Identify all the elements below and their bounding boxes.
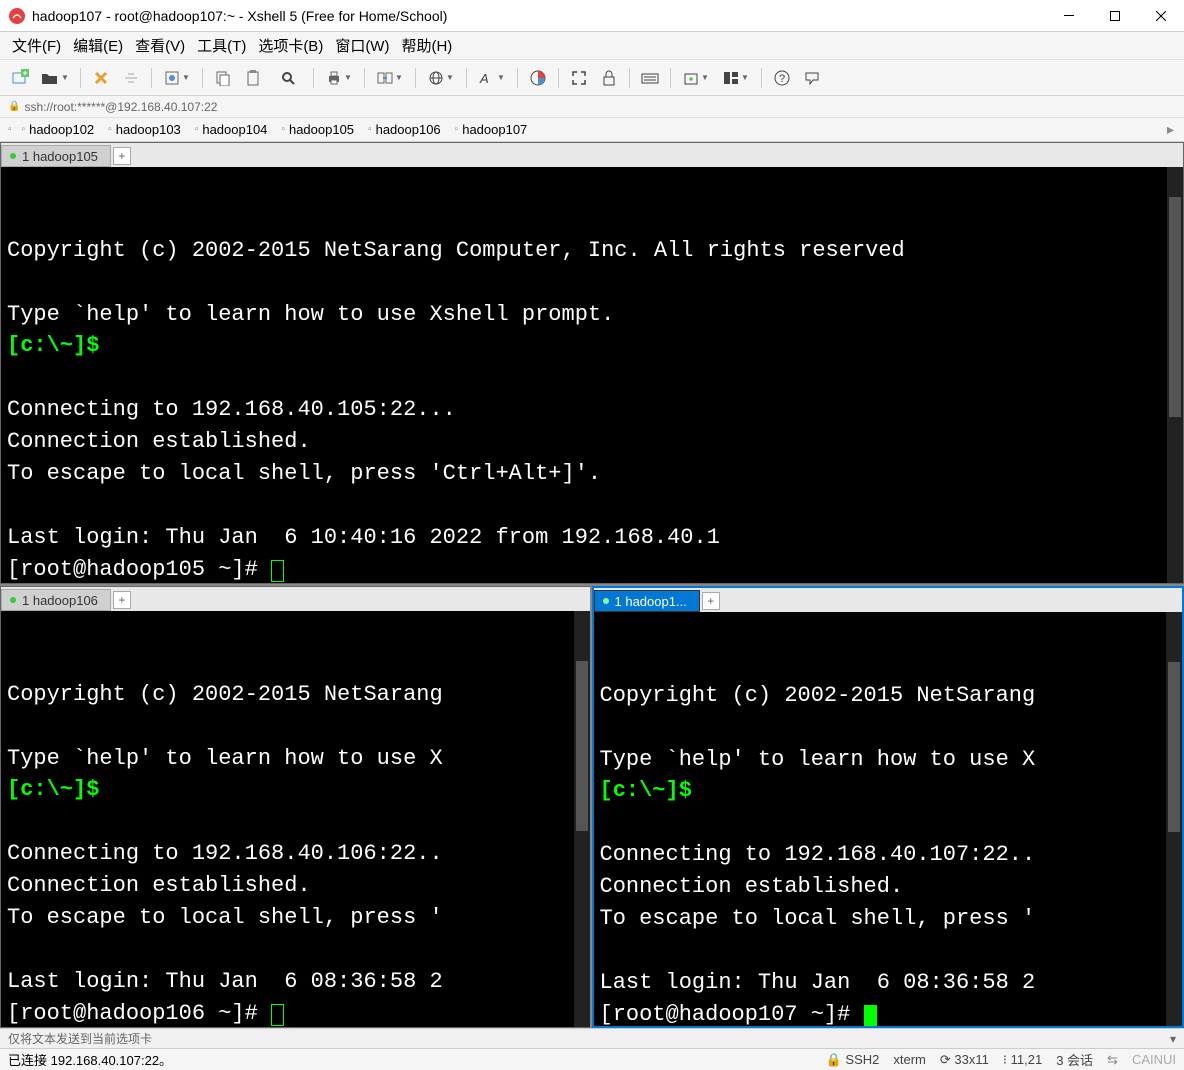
status-term: xterm xyxy=(893,1052,926,1067)
app-icon xyxy=(8,7,26,25)
terminal-hadoop106[interactable]: Copyright (c) 2002-2015 NetSarang Type `… xyxy=(1,611,590,1027)
bookmark-overflow-icon[interactable]: ▸ xyxy=(1161,121,1180,138)
fullscreen-button[interactable] xyxy=(565,64,593,92)
status-size: ⟳ 33x11 xyxy=(940,1052,989,1068)
bookmark-hadoop102[interactable]: ▫hadoop102 xyxy=(18,120,103,139)
properties-button[interactable]: ▼ xyxy=(158,64,196,92)
help-button[interactable]: ? xyxy=(768,64,796,92)
tab-add-button[interactable]: + xyxy=(113,147,131,165)
lock-icon: 🔒 xyxy=(8,101,20,112)
status-dot-icon xyxy=(603,598,609,604)
bookmark-hadoop107[interactable]: ▫hadoop107 xyxy=(451,120,536,139)
bookmark-hadoop105[interactable]: ▫hadoop105 xyxy=(277,120,362,139)
svg-text:A: A xyxy=(479,71,489,86)
addressbar[interactable]: 🔒 ssh://root:******@192.168.40.107:22 xyxy=(0,96,1184,118)
terminal-panes: 1 hadoop105 + Copyright (c) 2002-2015 Ne… xyxy=(0,142,1184,1028)
bookmark-hadoop106[interactable]: ▫hadoop106 xyxy=(364,120,449,139)
toolbar: ▼ ▼ ▼ ▼ ▼ A▼ ▼ ▼ ? xyxy=(0,60,1184,96)
copy-button[interactable] xyxy=(209,64,237,92)
maximize-button[interactable] xyxy=(1092,0,1138,32)
status-dot-icon xyxy=(10,153,16,159)
new-session-button[interactable] xyxy=(6,64,34,92)
terminal-hadoop105[interactable]: Copyright (c) 2002-2015 NetSarang Comput… xyxy=(1,167,1183,583)
paste-button[interactable] xyxy=(239,64,267,92)
bookmark-add-icon[interactable]: ▫ xyxy=(4,122,16,137)
pane-hadoop106: 1 hadoop106 + Copyright (c) 2002-2015 Ne… xyxy=(0,586,592,1028)
color-button[interactable] xyxy=(524,64,552,92)
font-button[interactable]: A▼ xyxy=(473,64,511,92)
address-url: ssh://root:******@192.168.40.107:22 xyxy=(24,100,217,114)
terminal-hadoop107[interactable]: Copyright (c) 2002-2015 NetSarang Type `… xyxy=(594,612,1183,1026)
menu-file[interactable]: 文件(F) xyxy=(6,33,67,58)
print-button[interactable]: ▼ xyxy=(320,64,358,92)
tab-hadoop107[interactable]: 1 hadoop1... xyxy=(594,590,700,612)
status-pos: ⁝ 11,21 xyxy=(1003,1052,1042,1068)
status-dot-icon xyxy=(10,597,16,603)
open-button[interactable]: ▼ xyxy=(36,64,74,92)
bookmark-bar: ▫ ▫hadoop102 ▫hadoop103 ▫hadoop104 ▫hado… xyxy=(0,118,1184,142)
language-button[interactable]: ▼ xyxy=(422,64,460,92)
scrollbar[interactable] xyxy=(574,611,590,1027)
menu-tab[interactable]: 选项卡(B) xyxy=(252,33,329,58)
bookmark-hadoop104[interactable]: ▫hadoop104 xyxy=(191,120,276,139)
window-title: hadoop107 - root@hadoop107:~ - Xshell 5 … xyxy=(32,8,1046,24)
pane-hadoop105: 1 hadoop105 + Copyright (c) 2002-2015 Ne… xyxy=(0,142,1184,584)
send-mode-bar: 仅将文本发送到当前选项卡 ▾ xyxy=(0,1028,1184,1048)
pane-tabs-top: 1 hadoop105 + xyxy=(1,143,1183,167)
scrollbar[interactable] xyxy=(1166,612,1182,1026)
titlebar: hadoop107 - root@hadoop107:~ - Xshell 5 … xyxy=(0,0,1184,32)
minimize-button[interactable] xyxy=(1046,0,1092,32)
menu-help[interactable]: 帮助(H) xyxy=(395,33,458,58)
svg-text:?: ? xyxy=(779,73,785,85)
tab-hadoop105[interactable]: 1 hadoop105 xyxy=(1,145,111,167)
find-button[interactable] xyxy=(269,64,307,92)
lock-button[interactable] xyxy=(595,64,623,92)
menu-edit[interactable]: 编辑(E) xyxy=(67,33,129,58)
disconnect-button[interactable] xyxy=(117,64,145,92)
pane-hadoop107: 1 hadoop1... + Copyright (c) 2002-2015 N… xyxy=(592,586,1184,1028)
send-mode-text: 仅将文本发送到当前选项卡 xyxy=(8,1030,152,1047)
close-button[interactable] xyxy=(1138,0,1184,32)
tab-hadoop106[interactable]: 1 hadoop106 xyxy=(1,589,111,611)
menu-tools[interactable]: 工具(T) xyxy=(191,33,252,58)
tab-add-button[interactable]: + xyxy=(113,591,131,609)
status-connection: 已连接 192.168.40.107:22。 xyxy=(8,1050,172,1069)
pane-tabs-bl: 1 hadoop106 + xyxy=(1,587,590,611)
menu-view[interactable]: 查看(V) xyxy=(129,33,191,58)
scrollbar[interactable] xyxy=(1167,167,1183,583)
status-ime: CAINUI xyxy=(1132,1052,1176,1067)
send-mode-dropdown-icon[interactable]: ▾ xyxy=(1170,1032,1176,1046)
tab-add-button[interactable]: + xyxy=(702,592,720,610)
reconnect-button[interactable] xyxy=(87,64,115,92)
status-sync-icon[interactable]: ⇆ xyxy=(1107,1052,1118,1068)
bookmark-hadoop103[interactable]: ▫hadoop103 xyxy=(104,120,189,139)
menubar: 文件(F) 编辑(E) 查看(V) 工具(T) 选项卡(B) 窗口(W) 帮助(… xyxy=(0,32,1184,60)
menu-window[interactable]: 窗口(W) xyxy=(329,33,395,58)
status-ssh: 🔒 SSH2 xyxy=(826,1052,880,1068)
keyboard-button[interactable] xyxy=(636,64,664,92)
feedback-button[interactable] xyxy=(798,64,826,92)
statusbar: 已连接 192.168.40.107:22。 🔒 SSH2 xterm ⟳ 33… xyxy=(0,1048,1184,1070)
status-sessions: 3 会话 xyxy=(1056,1050,1093,1069)
transfer-button[interactable]: ▼ xyxy=(371,64,409,92)
new-tab-button[interactable]: ▼ xyxy=(677,64,715,92)
pane-tabs-br: 1 hadoop1... + xyxy=(594,588,1183,612)
layout-button[interactable]: ▼ xyxy=(717,64,755,92)
